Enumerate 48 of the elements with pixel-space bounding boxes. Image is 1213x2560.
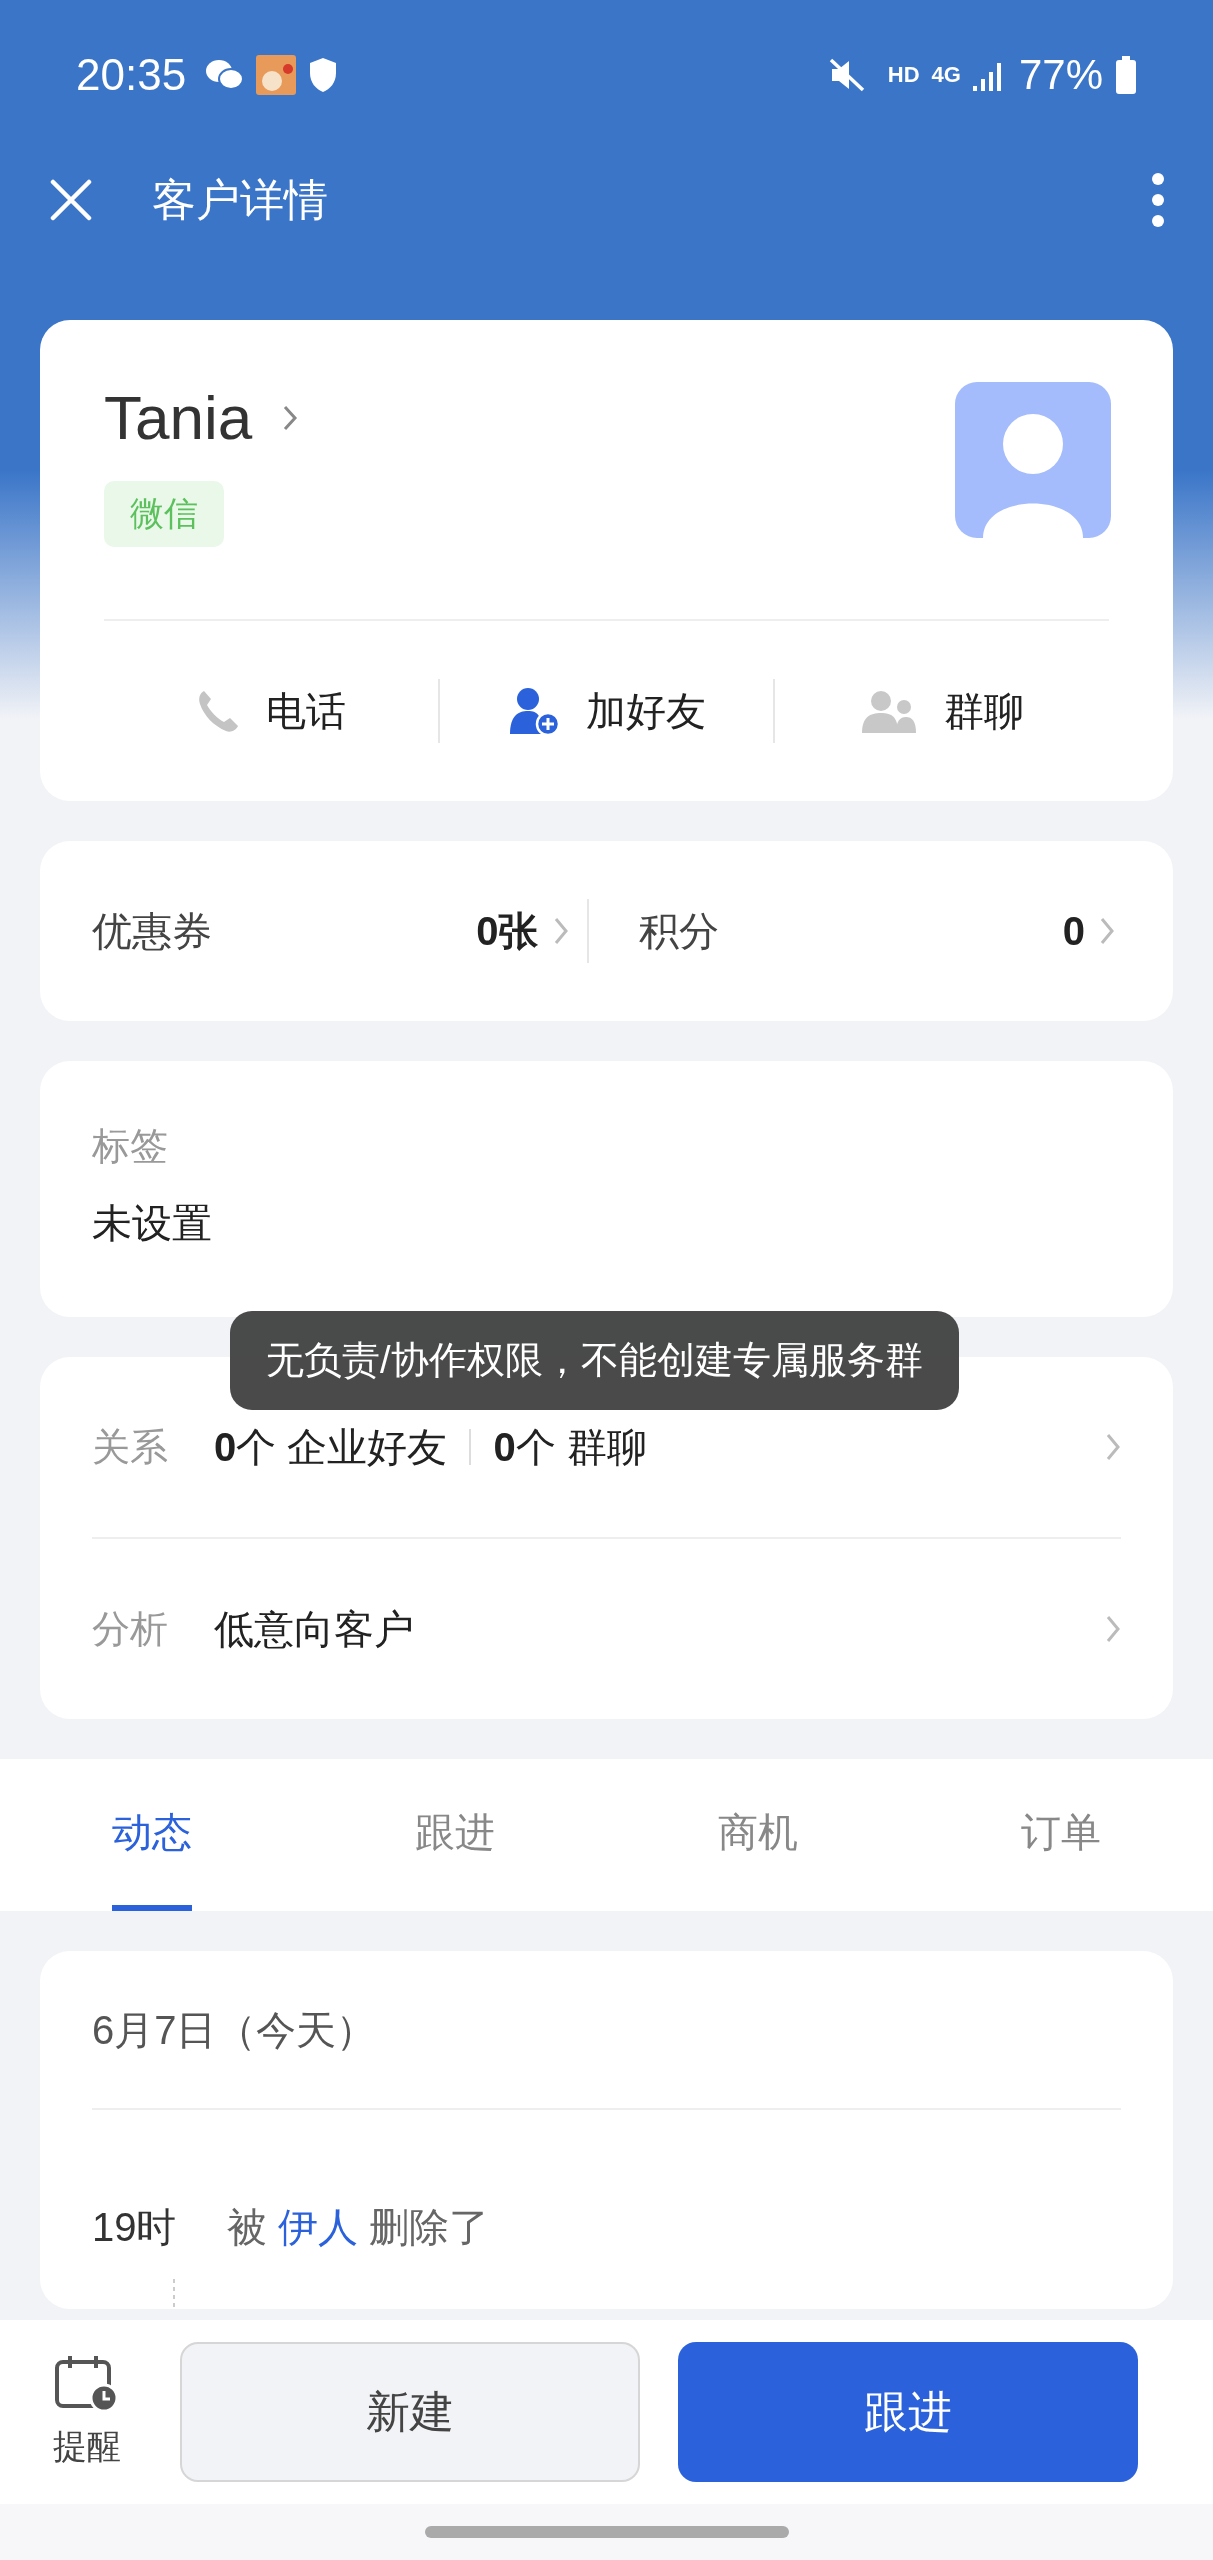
timeline-date: 6月7日（今天）	[92, 2007, 378, 2054]
benefit-label: 积分	[638, 907, 719, 955]
add-person-icon	[507, 686, 560, 736]
source-tag: 微信	[104, 481, 224, 547]
follow-up-button[interactable]: 跟进	[678, 2342, 1138, 2482]
tags-value: 未设置	[92, 1200, 213, 1247]
tags-label: 标签	[92, 1124, 169, 1169]
tab[interactable]: 动态	[111, 1759, 192, 1911]
groups-count: 0个 群聊	[493, 1423, 647, 1471]
chevron-icon[interactable]	[1105, 1432, 1121, 1462]
action-button[interactable]: 电话	[104, 683, 438, 739]
shield-icon	[308, 57, 339, 93]
new-button[interactable]: 新建	[180, 2342, 640, 2482]
reminder-button[interactable]: 提醒	[32, 2354, 142, 2470]
hd-indicator: HD	[887, 62, 920, 88]
page-title: 客户详情	[152, 173, 328, 226]
battery-icon	[1115, 56, 1137, 94]
people-icon	[860, 689, 919, 733]
user-link[interactable]: 伊人	[277, 2205, 358, 2249]
app-notification-icon	[256, 55, 297, 95]
friends-count: 0个 企业好友	[214, 1423, 448, 1471]
chevron-icon[interactable]	[1105, 1614, 1121, 1644]
chevron-icon	[282, 403, 299, 432]
status-time: 20:35	[76, 50, 187, 100]
close-icon[interactable]	[50, 179, 92, 221]
more-icon[interactable]	[1151, 172, 1165, 228]
analysis-value: 低意向客户	[214, 1605, 414, 1653]
relations-label: 关系	[92, 1424, 168, 1470]
chevron-icon	[1099, 916, 1115, 946]
benefit-label: 优惠券	[92, 907, 212, 955]
tab[interactable]: 跟进	[414, 1759, 495, 1911]
toast-message: 无负责/协作权限，不能创建专属服务群	[230, 1311, 959, 1410]
event-time: 19时	[92, 2204, 177, 2251]
chevron-icon	[552, 916, 569, 946]
benefit-value[interactable]: 0张	[476, 903, 539, 959]
muted-speaker-icon	[827, 57, 866, 93]
tab[interactable]: 订单	[1021, 1759, 1102, 1911]
action-button[interactable]: 群聊	[775, 683, 1109, 739]
benefit-value[interactable]: 0	[1062, 908, 1085, 954]
network-indicator: 4G	[931, 62, 961, 88]
battery-percent: 77%	[1018, 51, 1103, 99]
timeline-line	[172, 2279, 176, 2309]
event-text: 被 伊人 删除了	[226, 2204, 489, 2251]
home-indicator[interactable]	[424, 2526, 789, 2538]
tab[interactable]: 商机	[718, 1759, 799, 1911]
analysis-label: 分析	[92, 1606, 168, 1652]
action-button[interactable]: 加好友	[439, 683, 774, 739]
customer-name[interactable]: Tania	[104, 382, 253, 453]
